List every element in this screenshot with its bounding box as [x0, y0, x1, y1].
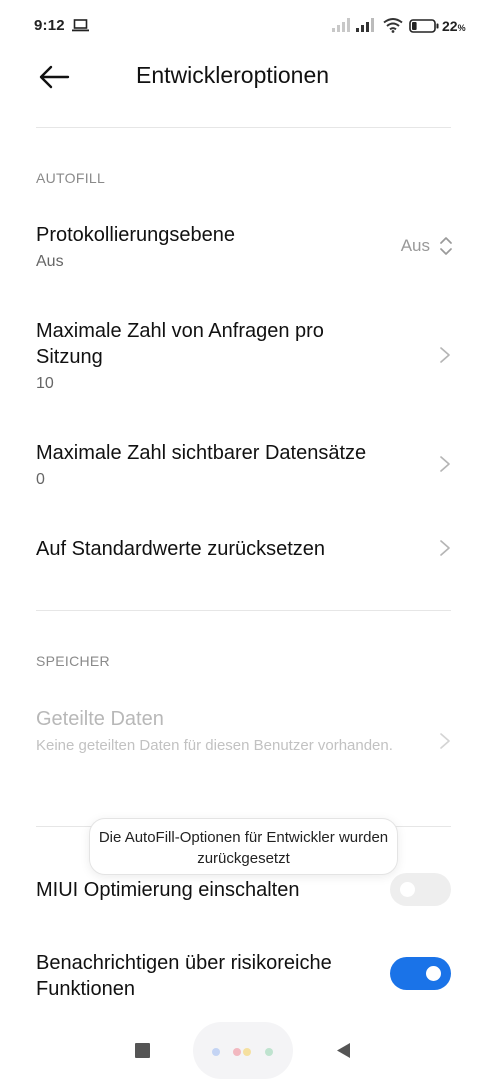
status-time: 9:12 — [34, 17, 65, 34]
row-max-anfragen[interactable]: Maximale Zahl von Anfragen pro Sitzung 1… — [0, 308, 487, 398]
signal-icon — [332, 18, 350, 32]
row-subtitle: 10 — [36, 375, 54, 392]
assistant-pill-icon[interactable] — [193, 1022, 293, 1079]
row-standardwerte[interactable]: Auf Standardwerte zurücksetzen — [0, 526, 487, 571]
wifi-icon — [383, 18, 403, 33]
toast-message: Die AutoFill-Optionen für Entwickler wur… — [89, 818, 398, 875]
chevron-right-icon — [440, 456, 450, 472]
chevron-right-icon — [440, 733, 450, 749]
risikoreiche-funktionen-toggle[interactable] — [390, 957, 451, 990]
chevron-right-icon — [440, 347, 450, 363]
row-title: Auf Standardwerte zurücksetzen — [36, 538, 326, 560]
chevron-right-icon — [440, 540, 450, 556]
toggle-knob — [426, 966, 441, 981]
row-risikoreiche-funktionen: Benachrichtigen über risikoreiche Funkti… — [0, 948, 487, 1006]
row-title: Benachrichtigen über risikoreiche Funkti… — [36, 952, 332, 1000]
divider — [36, 610, 451, 611]
section-header-speicher: SPEICHER — [36, 653, 110, 669]
row-title: Maximale Zahl von Anfragen pro Sitzung — [36, 320, 324, 368]
battery-percent: 22% — [442, 18, 466, 34]
row-max-datensaetze[interactable]: Maximale Zahl sichtbarer Datensätze 0 — [0, 430, 487, 495]
row-title: Maximale Zahl sichtbarer Datensätze — [36, 442, 367, 464]
row-geteilte-daten: Geteilte Daten Keine geteilten Daten für… — [0, 697, 487, 782]
signal-icon — [356, 18, 374, 32]
row-miui-optimierung: MIUI Optimierung einschalten — [0, 870, 487, 910]
chevron-up-down-icon — [440, 237, 452, 255]
selected-value: Aus — [400, 236, 430, 255]
developer-options-screen: 9:12 22% Entwickleroptionen AUTOFILL Pro… — [0, 0, 487, 1080]
row-protokollierungsebene[interactable]: Protokollierungsebene Aus Aus — [0, 212, 487, 282]
back-triangle-icon[interactable] — [336, 1042, 351, 1059]
divider — [36, 127, 451, 128]
row-subtitle: Aus — [36, 253, 64, 270]
miui-optimierung-toggle[interactable] — [390, 873, 451, 906]
row-title: MIUI Optimierung einschalten — [36, 879, 300, 901]
arrow-left-icon[interactable] — [38, 64, 70, 90]
page-title: Entwickleroptionen — [136, 62, 330, 88]
assistant-dot — [212, 1048, 220, 1056]
section-header-autofill: AUTOFILL — [36, 170, 106, 186]
assistant-dot — [265, 1048, 273, 1056]
assistant-dot — [243, 1048, 251, 1056]
assistant-dot — [233, 1048, 241, 1056]
row-title: Geteilte Daten — [36, 708, 164, 730]
row-subtitle: Keine geteilten Daten für diesen Benutze… — [36, 737, 393, 754]
status-bar: 9:12 22% — [0, 0, 487, 52]
row-title: Protokollierungsebene — [36, 224, 236, 246]
recents-square-icon[interactable] — [135, 1043, 150, 1058]
row-subtitle: 0 — [36, 471, 45, 488]
toggle-knob — [400, 882, 415, 897]
battery-icon — [409, 19, 439, 33]
laptop-icon — [72, 19, 89, 32]
